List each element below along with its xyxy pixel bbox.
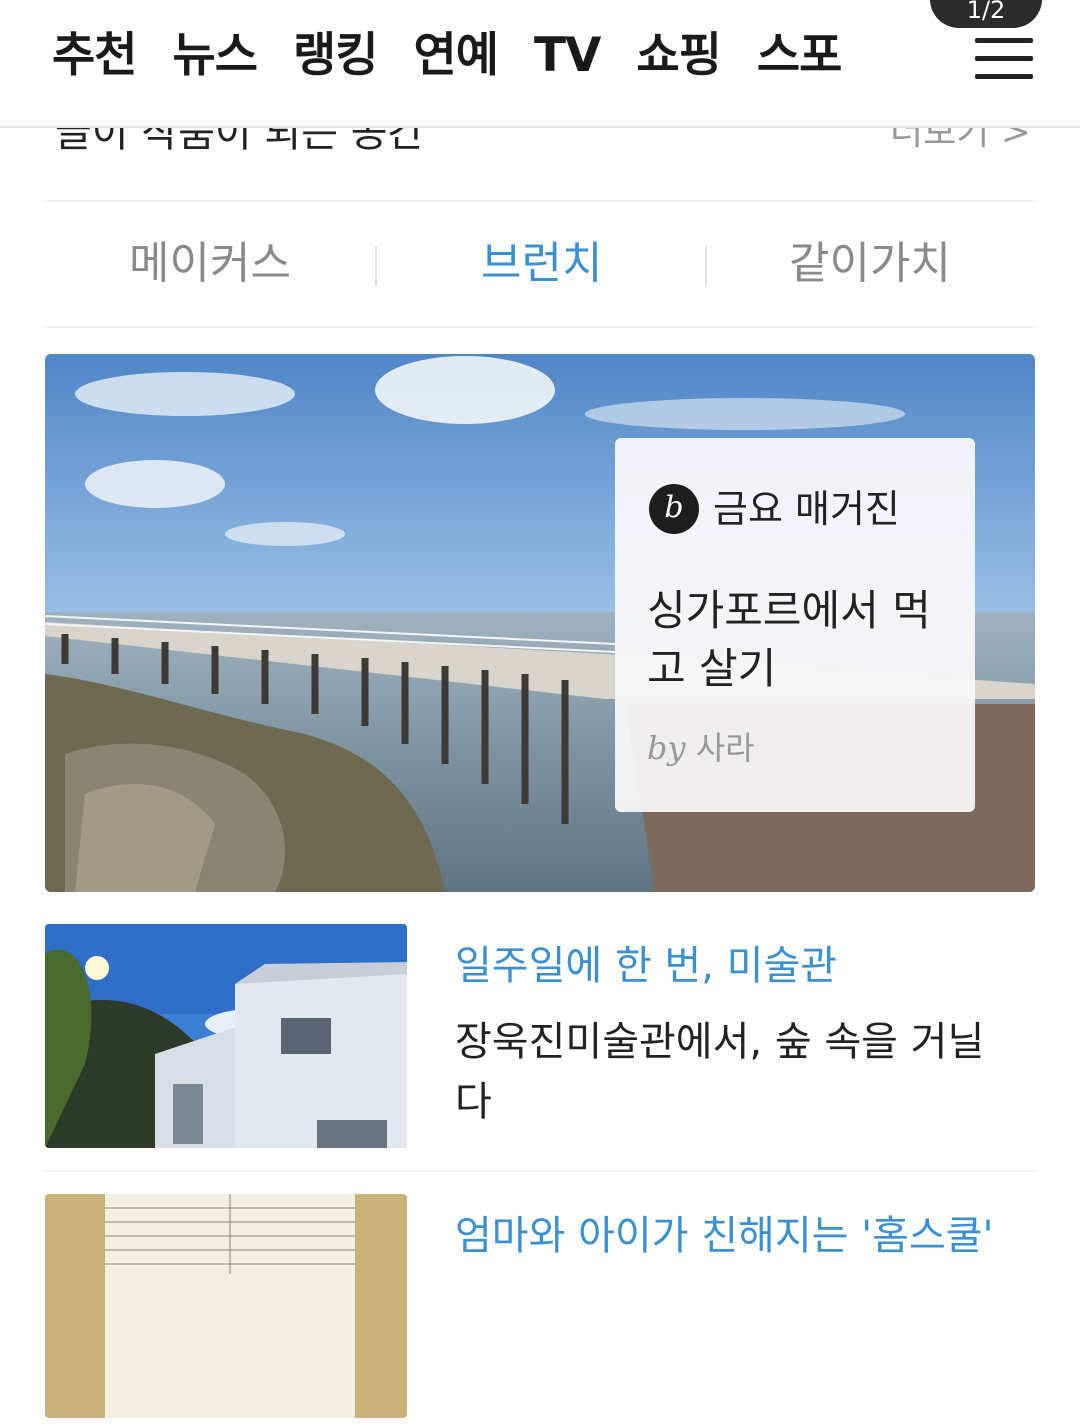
tab-tv[interactable]: TV	[534, 26, 601, 86]
featured-article-card[interactable]: b 금요 매거진 싱가포르에서 먹고 살기 by 사라	[45, 354, 1035, 892]
item-category: 일주일에 한 번, 미술관	[455, 943, 838, 989]
section-title: 글이 작품이 되는 공간	[55, 126, 425, 156]
byline-prefix: by	[647, 729, 686, 767]
tab-news[interactable]: 뉴스	[172, 26, 257, 86]
hamburger-menu-icon[interactable]	[975, 38, 1035, 84]
item-title: 장욱진미술관에서, 숲 속을 거닐다	[455, 1019, 985, 1125]
author-name: 사라	[695, 729, 755, 767]
article-byline: by 사라	[647, 726, 755, 770]
category-tabs: 추천 뉴스 랭킹 연예 TV 쇼핑 스포	[52, 26, 932, 86]
list-item[interactable]: 엄마와 아이가 친해지는 '홈스쿨'	[45, 1194, 1035, 1424]
tab-entertainment[interactable]: 연예	[413, 26, 498, 86]
divider	[45, 1170, 1035, 1172]
subtab-together[interactable]: 같이가치	[789, 236, 951, 292]
top-navigation: 추천 뉴스 랭킹 연예 TV 쇼핑 스포	[0, 0, 1080, 128]
homeschool-thumbnail	[45, 1194, 407, 1418]
brunch-logo-icon: b	[649, 484, 699, 534]
subtab-makers[interactable]: 메이커스	[129, 236, 291, 292]
item-category: 엄마와 아이가 친해지는 '홈스쿨'	[455, 1213, 994, 1259]
list-item[interactable]: 일주일에 한 번, 미술관 장욱진미술관에서, 숲 속을 거닐다	[45, 924, 1035, 1154]
magazine-name: 금요 매거진	[713, 487, 900, 531]
divider	[45, 326, 1035, 328]
subtab-brunch[interactable]: 브런치	[481, 236, 602, 292]
subtab-separator	[705, 246, 707, 286]
more-link[interactable]: 더보기 >	[890, 126, 1031, 158]
page-indicator-badge: 1/2	[930, 0, 1042, 28]
article-title: 싱가포르에서 먹고 살기	[647, 586, 931, 693]
museum-thumbnail	[45, 924, 407, 1148]
section-header: 글이 작품이 되는 공간 더보기 >	[0, 126, 1080, 160]
service-subtabs: 메이커스 브런치 같이가치	[45, 206, 1035, 324]
article-overlay-card: b 금요 매거진 싱가포르에서 먹고 살기 by 사라	[615, 438, 975, 812]
tab-ranking[interactable]: 랭킹	[293, 26, 378, 86]
tab-recommend[interactable]: 추천	[52, 26, 137, 86]
tab-sports[interactable]: 스포	[757, 26, 842, 86]
subtab-separator	[375, 246, 377, 286]
tab-shopping[interactable]: 쇼핑	[636, 26, 721, 86]
divider	[45, 200, 1035, 202]
tabs-fade-overlay	[880, 20, 940, 100]
